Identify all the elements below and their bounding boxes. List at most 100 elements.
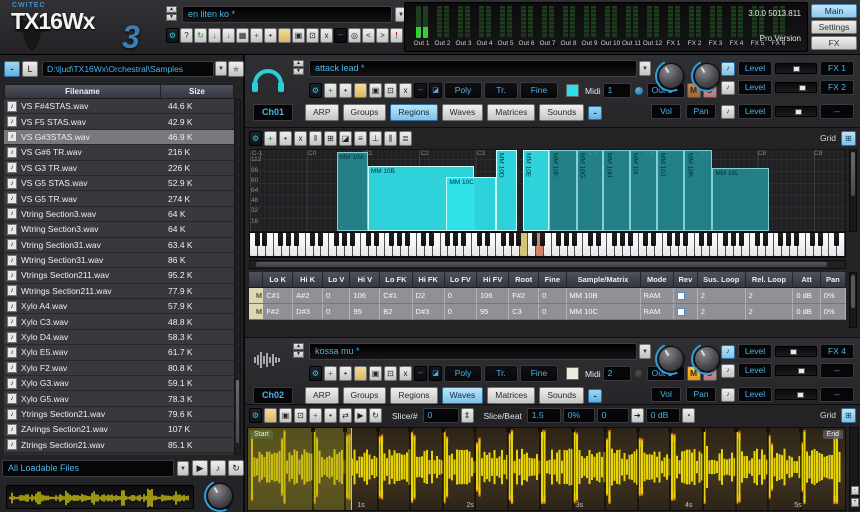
file-list-scrollbar[interactable] <box>234 99 241 455</box>
region-mm-10k[interactable]: MM 10K <box>684 150 712 231</box>
collapse-channel-button[interactable]: - <box>588 389 602 403</box>
cell-sample-matrix[interactable]: MM 10B <box>567 288 641 304</box>
add-icon[interactable]: + <box>324 83 337 98</box>
slice-marker[interactable] <box>572 428 574 510</box>
column-header[interactable]: Hi FV <box>477 272 509 288</box>
send-destination[interactable]: -- <box>820 104 854 119</box>
cell-fine[interactable]: 0 <box>539 288 566 304</box>
file-row[interactable]: ♪VS G#3STAS.wav46.9 K <box>4 130 234 145</box>
alert-icon[interactable]: ! <box>390 28 403 43</box>
cell-pan[interactable]: 0% <box>821 288 846 304</box>
piano-key[interactable] <box>829 233 837 256</box>
tab-groups[interactable]: Groups <box>343 387 387 404</box>
piano-key[interactable] <box>361 233 369 256</box>
level-button[interactable]: Level <box>738 344 772 359</box>
contrast-icon[interactable]: ◪ <box>339 131 352 146</box>
help-icon[interactable]: ? <box>180 28 193 43</box>
piano-keyboard[interactable] <box>249 232 846 258</box>
file-row[interactable]: ♪Wtrings Section211.wav77.9 K <box>4 284 234 299</box>
file-row[interactable]: ♪Vtring Section3.wav64 K <box>4 207 234 222</box>
send-destination[interactable]: FX 1 <box>820 61 854 76</box>
send-level-slider[interactable] <box>775 389 817 400</box>
piano-key[interactable] <box>774 233 782 256</box>
pan-button[interactable]: Pan <box>686 104 716 119</box>
slice-count-field[interactable]: 0 <box>423 408 459 423</box>
column-header[interactable]: Hi V <box>350 272 380 288</box>
program-select[interactable]: attack lead * <box>309 60 637 77</box>
piano-key[interactable] <box>718 233 726 256</box>
level-button[interactable]: Level <box>738 363 772 378</box>
slice-marker[interactable] <box>735 428 737 510</box>
start-marker[interactable]: Start <box>250 430 273 439</box>
cell-rel--loop[interactable]: 2 <box>746 288 794 304</box>
cell-rev[interactable] <box>674 304 698 320</box>
file-row[interactable]: ♪Wtring Section31.wav86 K <box>4 253 234 268</box>
slice-marker[interactable] <box>637 428 639 510</box>
preview-audition-button[interactable]: ♪ <box>210 460 226 476</box>
piano-key[interactable] <box>266 233 274 256</box>
column-header[interactable]: Root <box>509 272 539 288</box>
piano-key[interactable] <box>639 233 647 256</box>
region-mm-10g[interactable]: MM 10G <box>577 150 604 231</box>
slider-thumb[interactable] <box>790 349 797 355</box>
region-mm-10j[interactable]: MM 10J <box>657 150 684 231</box>
slice-marker[interactable] <box>539 428 541 510</box>
size-column-header[interactable]: Size <box>161 85 233 98</box>
piano-key[interactable] <box>806 233 814 256</box>
file-row[interactable]: ♪Xylo G3.wav59.1 K <box>4 376 234 391</box>
column-header[interactable]: Lo FK <box>380 272 412 288</box>
tab-sounds[interactable]: Sounds <box>539 104 584 121</box>
piano-key[interactable] <box>695 233 703 256</box>
column-header[interactable]: Rel. Loop <box>746 272 794 288</box>
speaker-send-button[interactable]: ♪ <box>721 105 735 119</box>
file-row[interactable]: ♪Xylo A4.wav57.9 K <box>4 299 234 314</box>
new-icon[interactable]: • <box>339 366 352 381</box>
cell-hi-k[interactable]: D#3 <box>293 304 323 320</box>
copy-icon[interactable]: ⊡ <box>384 83 397 98</box>
perf-tr-button[interactable]: Tr. <box>484 365 518 382</box>
column-header[interactable]: Lo FV <box>445 272 477 288</box>
cell-sus--loop[interactable]: 2 <box>698 304 746 320</box>
program-select[interactable]: kossa mu * <box>309 343 637 360</box>
midi-channel-field[interactable]: 1 <box>603 83 631 98</box>
file-row[interactable]: ♪Xylo D4.wav58.3 K <box>4 330 234 345</box>
grid-toggle-button[interactable]: ⊞ <box>841 408 856 423</box>
cell-lo-v[interactable]: 0 <box>323 304 350 320</box>
piano-key[interactable] <box>274 233 282 256</box>
piano-key[interactable] <box>472 233 480 256</box>
speaker-send-button[interactable]: ♪ <box>721 62 735 76</box>
slider-thumb[interactable] <box>793 66 800 72</box>
level-button[interactable]: Level <box>738 387 772 402</box>
region-mm-10a[interactable]: MM 10A <box>337 152 369 231</box>
perf-fine-button[interactable]: Fine <box>520 365 558 382</box>
new-icon[interactable]: • <box>279 131 292 146</box>
volume-knob[interactable] <box>658 346 684 372</box>
cell-hi-fv[interactable]: 106 <box>477 288 509 304</box>
slider-thumb[interactable] <box>795 109 802 115</box>
contrast-icon[interactable]: ◪ <box>429 83 442 98</box>
send-level-slider[interactable] <box>775 63 817 74</box>
speaker-send-button[interactable]: ♪ <box>721 364 735 378</box>
spin-down-icon[interactable]: ▼ <box>293 351 304 358</box>
program-spinner[interactable]: ▲ ▼ <box>293 60 304 75</box>
spin-up-icon[interactable]: ▲ <box>293 343 304 350</box>
close-icon[interactable]: x <box>399 366 412 381</box>
slider-thumb[interactable] <box>799 85 806 91</box>
scrollbar-thumb[interactable] <box>851 275 855 307</box>
file-row[interactable]: ♪Xylo E5.wav61.7 K <box>4 345 234 360</box>
offset-field[interactable]: 0 <box>597 408 629 423</box>
level-button[interactable]: Level <box>738 80 772 95</box>
pan-knob[interactable] <box>694 63 720 89</box>
piano-key[interactable] <box>496 233 504 256</box>
slice-spinner-icon[interactable]: ⇕ <box>461 408 474 423</box>
slice-marker[interactable] <box>442 428 444 510</box>
speaker-send-button[interactable]: ♪ <box>721 388 735 402</box>
save-icon[interactable]: ▣ <box>369 83 382 98</box>
prev-icon[interactable]: < <box>362 28 375 43</box>
cell-hi-fk[interactable]: D#3 <box>413 304 445 320</box>
end-marker[interactable]: End <box>823 430 843 439</box>
piano-key[interactable] <box>750 233 758 256</box>
column-header[interactable]: Sus. Loop <box>698 272 746 288</box>
view-rows-icon[interactable]: ≣ <box>399 131 412 146</box>
column-header[interactable]: Lo K <box>263 272 293 288</box>
